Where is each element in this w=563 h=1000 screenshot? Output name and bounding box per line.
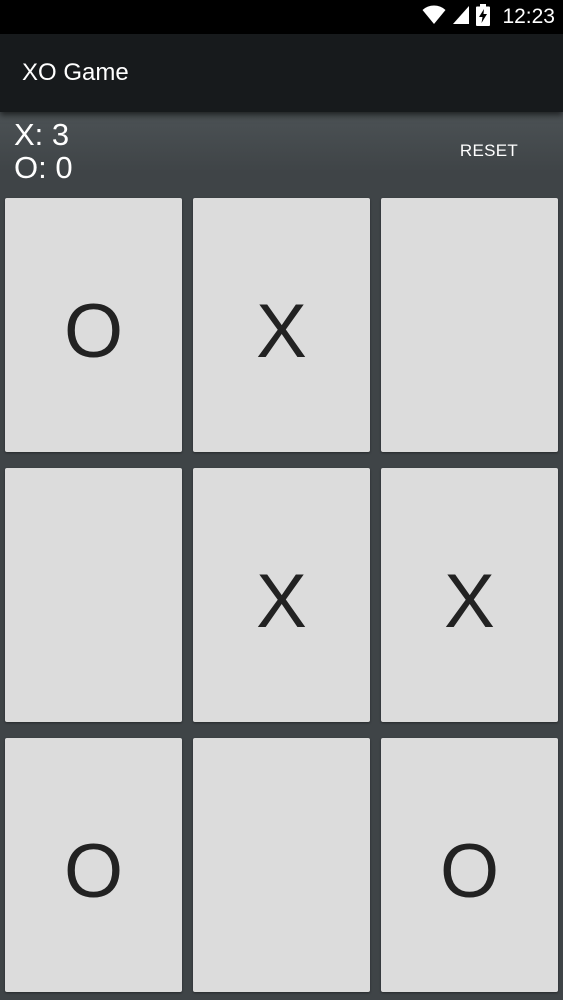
app-title: XO Game xyxy=(22,59,129,86)
wifi-icon xyxy=(422,5,446,29)
app-bar: XO Game xyxy=(0,34,563,112)
game-content: X: 3 O: 0 RESET O X X X O O xyxy=(0,112,563,1000)
reset-button[interactable]: RESET xyxy=(440,126,538,176)
board-cell-r1c1[interactable]: O xyxy=(5,198,182,452)
o-score: O: 0 xyxy=(14,150,73,185)
board-cell-r1c2[interactable]: X xyxy=(193,198,370,452)
status-time: 12:23 xyxy=(502,5,555,28)
board-cell-r3c3[interactable]: O xyxy=(381,738,558,992)
board-cell-r2c1[interactable] xyxy=(5,468,182,722)
battery-charging-icon xyxy=(476,4,491,30)
board-cell-r2c3[interactable]: X xyxy=(381,468,558,722)
board-cell-r3c1[interactable]: O xyxy=(5,738,182,992)
game-board: O X X X O O xyxy=(5,198,558,998)
board-cell-r3c2[interactable] xyxy=(193,738,370,992)
x-score: X: 3 xyxy=(14,117,70,152)
scoreboard: X: 3 O: 0 xyxy=(14,118,73,184)
board-cell-r1c3[interactable] xyxy=(381,198,558,452)
signal-icon xyxy=(452,5,470,29)
status-bar: 12:23 xyxy=(0,0,563,34)
status-icons: 12:23 xyxy=(422,0,555,34)
board-cell-r2c2[interactable]: X xyxy=(193,468,370,722)
